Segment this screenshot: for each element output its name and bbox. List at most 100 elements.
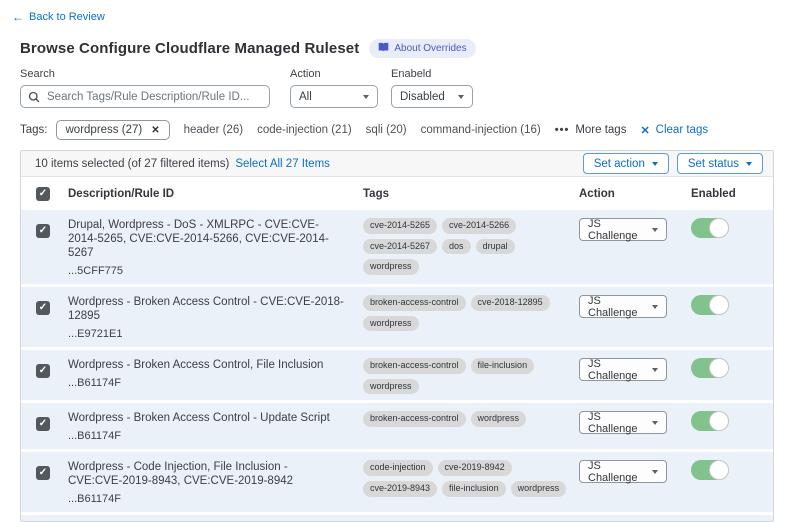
selection-bar: 10 items selected (of 27 filtered items)…	[21, 151, 773, 177]
check-icon: ✓	[39, 189, 47, 199]
row-action-select[interactable]: JS Challenge	[579, 295, 667, 318]
caret-down-icon	[652, 421, 658, 425]
rule-description: Wordpress - Broken Access Control - Upda…	[68, 411, 363, 425]
filters: Search Action All Enabeld Disabled	[20, 68, 774, 108]
caret-down-icon	[458, 95, 464, 99]
row-action-select[interactable]: JS Challenge	[579, 460, 667, 483]
selected-tag-chip[interactable]: wordpress (27) ✕	[56, 120, 170, 140]
row-checkbox[interactable]: ✓	[36, 224, 50, 238]
toggle-knob	[709, 460, 729, 480]
tag-option[interactable]: sqli (20)	[366, 124, 407, 136]
clear-tags-label: Clear tags	[656, 124, 708, 136]
rule-tags: broken-access-control file-inclusion wordp…	[363, 358, 579, 394]
more-tags-button[interactable]: ••• More tags	[555, 124, 627, 136]
tag-option[interactable]: header (26)	[184, 124, 243, 136]
table-row-partial	[21, 515, 773, 521]
enabled-toggle[interactable]	[691, 411, 729, 431]
select-all-link[interactable]: Select All 27 Items	[235, 158, 330, 170]
rule-description: Wordpress - Broken Access Control - CVE:…	[68, 295, 363, 323]
row-action-value: JS Challenge	[588, 295, 652, 319]
row-action-value: JS Challenge	[588, 460, 652, 484]
rule-id: ...5CFF775	[68, 265, 363, 278]
row-checkbox[interactable]: ✓	[36, 417, 50, 431]
rule-id: ...B61174F	[68, 493, 363, 506]
about-overrides-badge[interactable]: About Overrides	[369, 39, 475, 58]
action-filter: Action All	[290, 68, 378, 108]
clear-icon: ✕	[640, 124, 649, 137]
row-action-value: JS Challenge	[588, 358, 652, 382]
search-filter: Search	[20, 68, 270, 108]
row-action-value: JS Challenge	[588, 218, 652, 242]
row-action-select[interactable]: JS Challenge	[579, 411, 667, 434]
remove-tag-icon[interactable]: ✕	[151, 125, 159, 136]
search-input[interactable]	[20, 85, 270, 108]
ellipsis-icon: •••	[555, 124, 570, 136]
more-tags-label: More tags	[575, 124, 626, 136]
back-link-label: Back to Review	[29, 11, 105, 23]
tag-option[interactable]: code-injection (21)	[257, 124, 352, 136]
ruleset-panel: 10 items selected (of 27 filtered items)…	[20, 150, 774, 522]
toggle-knob	[709, 358, 729, 378]
check-icon: ✓	[39, 419, 47, 429]
tag-options: header (26) code-injection (21) sqli (20) c…	[184, 124, 541, 136]
selection-summary: 10 items selected (of 27 filtered items)	[35, 158, 229, 170]
tag-pill: dos	[442, 239, 471, 255]
table-row: ✓ Wordpress - Broken Access Control, Fil…	[21, 350, 773, 400]
clear-tags-button[interactable]: ✕ Clear tags	[640, 124, 708, 137]
tag-pill: wordpress	[363, 316, 419, 332]
row-checkbox[interactable]: ✓	[36, 364, 50, 378]
tag-option[interactable]: command-injection (16)	[421, 124, 541, 136]
back-arrow-icon: ←	[12, 11, 24, 23]
rule-tags: broken-access-controlwordpress	[363, 411, 579, 427]
enabled-toggle[interactable]	[691, 295, 729, 315]
enabled-select[interactable]: Disabled	[391, 85, 473, 108]
caret-down-icon	[652, 305, 658, 309]
toggle-knob	[709, 218, 729, 238]
set-status-button[interactable]: Set status	[677, 153, 763, 174]
check-icon: ✓	[39, 226, 47, 236]
back-link[interactable]: ← Back to Review	[12, 11, 105, 23]
select-all-checkbox[interactable]: ✓	[36, 187, 50, 201]
tag-pill: wordpress	[511, 481, 567, 497]
enabled-filter: Enabeld Disabled	[391, 68, 473, 108]
enabled-label: Enabeld	[391, 68, 473, 80]
table-row: ✓ Drupal, Wordpress - DoS - XMLRPC - CVE…	[21, 210, 773, 284]
row-action-select[interactable]: JS Challenge	[579, 218, 667, 241]
enabled-select-value: Disabled	[400, 91, 445, 103]
rule-id: ...B61174F	[68, 377, 363, 390]
row-checkbox[interactable]: ✓	[36, 466, 50, 480]
about-overrides-label: About Overrides	[394, 43, 466, 54]
tag-pill: broken-access-control	[363, 295, 466, 311]
tag-pill: broken-access-control	[363, 358, 466, 374]
caret-down-icon	[652, 470, 658, 474]
tag-pill: cve-2014-5265	[363, 218, 437, 234]
enabled-toggle[interactable]	[691, 460, 729, 480]
rule-id: ...B61174F	[68, 430, 363, 443]
rule-tags: broken-access-controlcve-2018-12895wordp…	[363, 295, 579, 331]
action-select[interactable]: All	[290, 85, 378, 108]
column-header-enabled: Enabled	[691, 188, 773, 200]
column-header-tags: Tags	[363, 188, 579, 200]
tag-pill: file-inclusion	[471, 358, 535, 374]
tag-pill: wordpress	[363, 379, 419, 395]
toggle-knob	[709, 411, 729, 431]
enabled-toggle[interactable]	[691, 358, 729, 378]
set-action-button[interactable]: Set action	[583, 153, 669, 174]
page: ← Back to Review Browse Configure Cloudf…	[0, 0, 794, 522]
row-action-select[interactable]: JS Challenge	[579, 358, 667, 381]
caret-down-icon	[652, 368, 658, 372]
enabled-toggle[interactable]	[691, 218, 729, 238]
check-icon: ✓	[39, 303, 47, 313]
table-row: ✓ Wordpress - Code Injection, File Inclu…	[21, 452, 773, 512]
set-status-label: Set status	[688, 158, 739, 170]
row-checkbox[interactable]: ✓	[36, 301, 50, 315]
tag-pill: broken-access-control	[363, 411, 466, 427]
caret-down-icon	[363, 95, 369, 99]
column-header-action: Action	[579, 188, 691, 200]
search-label: Search	[20, 68, 270, 80]
tag-pill: drupal	[476, 239, 515, 255]
tags-bar: Tags: wordpress (27) ✕ header (26)code-i…	[20, 118, 774, 142]
search-box	[20, 85, 270, 108]
book-icon	[378, 42, 389, 55]
caret-down-icon	[652, 228, 658, 232]
